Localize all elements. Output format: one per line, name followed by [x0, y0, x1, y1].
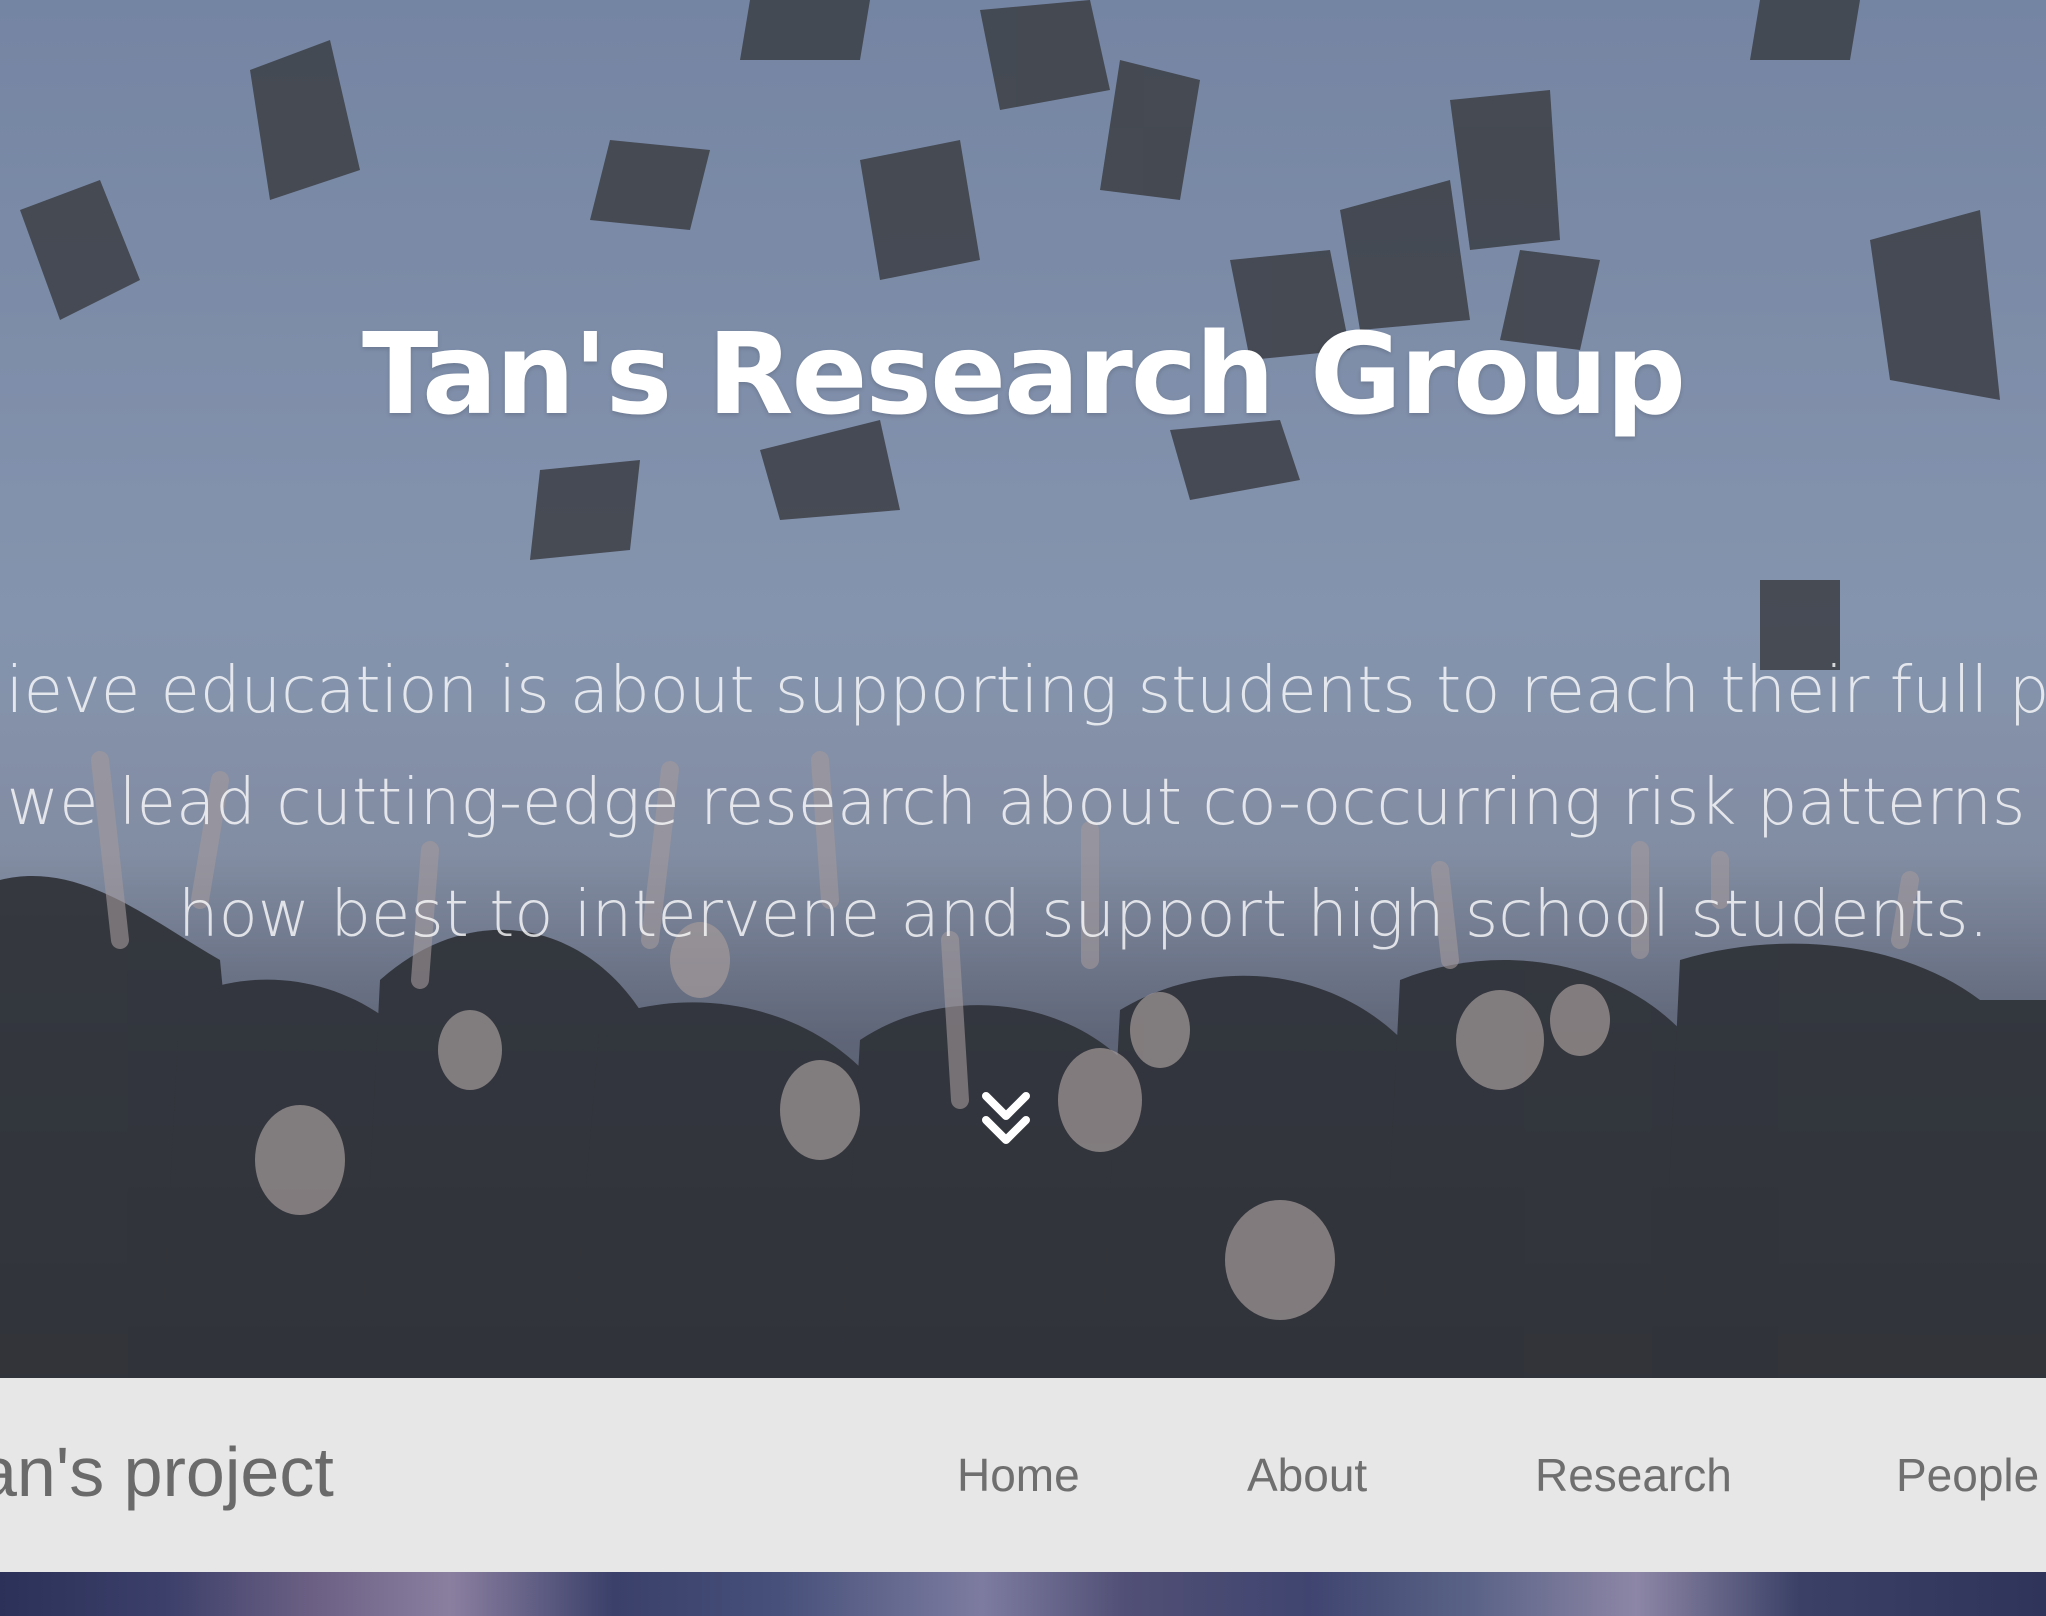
- brand-link[interactable]: an's project: [0, 1432, 334, 1512]
- double-chevron-down-icon: [982, 1092, 1030, 1144]
- next-section-image-strip: [0, 1572, 2046, 1616]
- nav-link-research[interactable]: Research: [1535, 1448, 1732, 1502]
- scroll-down-button[interactable]: [980, 1090, 1032, 1150]
- tagline-line-3: how best to intervene and support high s…: [178, 878, 1989, 952]
- nav-link-about[interactable]: About: [1247, 1448, 1367, 1502]
- hero-section: Tan's Research Group believe education i…: [0, 0, 2046, 1378]
- page: Tan's Research Group believe education i…: [0, 0, 2046, 1616]
- hero-title: Tan's Research Group: [362, 310, 1686, 440]
- hero-tagline: believe education is about supporting st…: [0, 635, 2046, 971]
- tagline-line-2: hy we lead cutting-edge research about c…: [0, 766, 2046, 840]
- tagline-line-1: believe education is about supporting st…: [0, 654, 2046, 728]
- nav-link-people[interactable]: People: [1896, 1448, 2039, 1502]
- nav-link-home[interactable]: Home: [957, 1448, 1080, 1502]
